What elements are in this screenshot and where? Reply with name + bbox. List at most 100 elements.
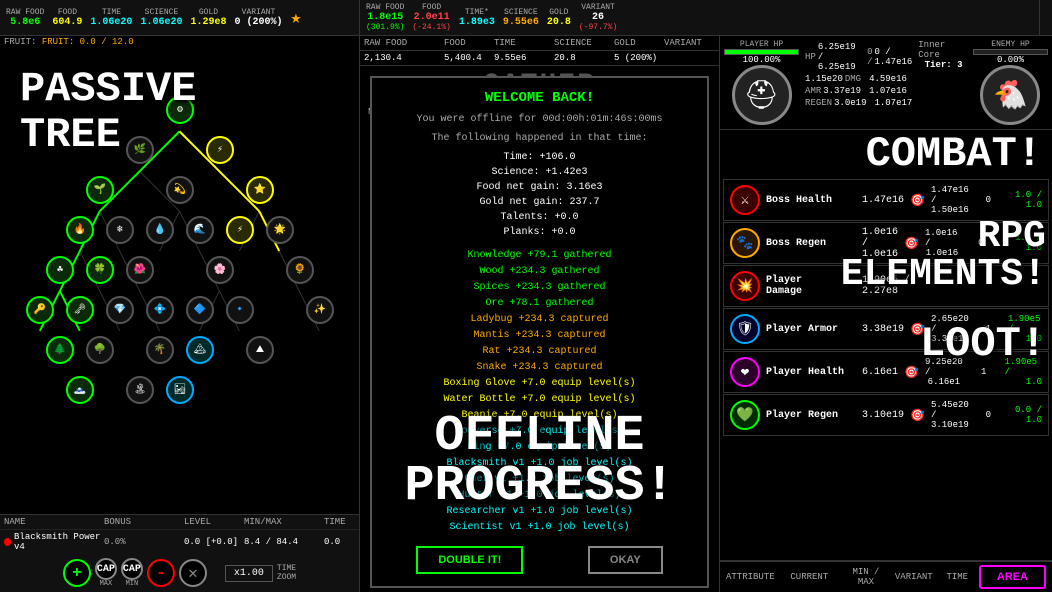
player-avatar: ⛑ xyxy=(732,65,792,125)
food-stat-left: FOOD 604.9 xyxy=(52,8,82,28)
boss-health-variant: 0 xyxy=(975,195,1002,205)
cap-max-label: MAX xyxy=(100,580,113,588)
player-health-icon: ❤ xyxy=(730,357,760,387)
offline-orange-items: Ladybug +234.3 captured Mantis +234.3 ca… xyxy=(384,312,695,376)
player-health-current: 6.16e1 xyxy=(862,367,898,378)
tree-node[interactable]: ⛰ xyxy=(246,336,274,364)
player-box: PLAYER HP 100.00% ⛑ xyxy=(724,40,799,125)
tree-node[interactable]: 🍀 xyxy=(86,256,114,284)
player-health-variant: 1 xyxy=(969,367,999,377)
left-panel: FRUIT: FRUIT: 0.0 / 12.0 PASSIVETREE xyxy=(0,36,360,592)
raw-food-stat-left: RAW FOOD 5.8e6 xyxy=(6,8,44,28)
target-icon-4: 🎯 xyxy=(910,322,925,337)
double-it-button[interactable]: DOUBLE IT! xyxy=(416,546,523,574)
player-armor-variant: 1 xyxy=(975,324,1002,334)
left-bottom-row: Blacksmith Power v4 0.0% 0.0 [+0.0] 8.4 … xyxy=(0,530,359,554)
player-hp-label: PLAYER HP xyxy=(740,40,783,49)
boss-health-time: 1.0 / 1.0 xyxy=(1008,190,1042,210)
player-regen-variant: 0 xyxy=(975,410,1002,420)
enemy-box: ENEMY HP 0.00% 🐔 xyxy=(973,40,1048,125)
tree-node[interactable]: ⭐ xyxy=(246,176,274,204)
boss-health-minmax: 1.47e16 / 1.50e16 xyxy=(931,185,969,215)
player-health-minmax: 9.25e20 / 6.16e1 xyxy=(925,357,963,387)
tree-node[interactable]: 💠 xyxy=(146,296,174,324)
player-regen-name: Player Regen xyxy=(766,410,856,421)
variant-stat-left: VARIANT 0 (200%) xyxy=(234,8,282,28)
variant-header: VARIANT xyxy=(892,572,936,582)
player-armor-row: 🛡 Player Armor 3.38e19 🎯 2.65e20 / 3.38e… xyxy=(723,308,1049,350)
star-icon-left[interactable]: ★ xyxy=(290,7,301,29)
tree-node[interactable]: 🏔 xyxy=(186,336,214,364)
time-header: TIME xyxy=(940,572,975,582)
tree-node[interactable]: 🌴 xyxy=(146,336,174,364)
tree-node[interactable]: 🔑 xyxy=(26,296,54,324)
tree-node[interactable]: 🏜 xyxy=(166,376,194,404)
zoom-value: x1.00 xyxy=(225,565,273,582)
boss-regen-name: Boss Regen xyxy=(766,238,856,249)
mid-panel: RAW FOOD FOOD TIME SCIENCE GOLD VARIANT … xyxy=(360,36,720,592)
gold-stat-left: GOLD 1.29e8 xyxy=(190,8,226,28)
minmax-header: MIN /MAX xyxy=(844,567,888,587)
tree-node[interactable]: 🔥 xyxy=(66,216,94,244)
target-icon-5: 🎯 xyxy=(904,365,919,380)
zoom-label: ZOOM xyxy=(277,573,296,582)
tree-node[interactable]: 🌱 xyxy=(86,176,114,204)
boss-regen-variant: 0 xyxy=(965,238,997,248)
rpg-rows-container: RPGELEMENTS! LOOT! ⚔ Boss Health 1.47e16… xyxy=(720,178,1052,437)
offline-big-text: OFFLINEPROGRESS! xyxy=(360,412,719,512)
tree-node[interactable]: 🔹 xyxy=(226,296,254,324)
tree-node[interactable]: 🌻 xyxy=(286,256,314,284)
passive-tree-title: PASSIVETREE xyxy=(20,66,196,158)
player-hp-fill xyxy=(725,50,798,54)
tree-node[interactable]: 🔷 xyxy=(186,296,214,324)
time-stat-right: TIME* 1.89e3 xyxy=(459,8,495,28)
tree-node[interactable]: 🌺 xyxy=(126,256,154,284)
okay-button[interactable]: OKAY xyxy=(588,546,663,574)
time-label: TIME xyxy=(277,564,296,573)
tree-node[interactable]: ❄ xyxy=(106,216,134,244)
main-content: FRUIT: FRUIT: 0.0 / 12.0 PASSIVETREE xyxy=(0,36,1052,592)
tree-node[interactable]: 🏝 xyxy=(126,376,154,404)
offline-happened: The following happened in that time: xyxy=(384,133,695,144)
cap-min-group: CAP MIN xyxy=(121,558,143,588)
combat-stat-row-1: HP 6.25e19 / 6.25e19 0 / 0 / 1.47e16 xyxy=(805,42,912,72)
tree-node[interactable]: ☘ xyxy=(46,256,74,284)
gather-header: RAW FOOD FOOD TIME SCIENCE GOLD VARIANT xyxy=(360,36,719,51)
player-regen-current: 3.10e19 xyxy=(862,410,904,421)
cap-max-button[interactable]: CAP xyxy=(95,558,117,580)
player-regen-row: 💚 Player Regen 3.10e19 🎯 5.45e20 / 3.10e… xyxy=(723,394,1049,436)
tree-node[interactable]: 💎 xyxy=(106,296,134,324)
cap-min-button[interactable]: CAP xyxy=(121,558,143,580)
tree-node[interactable]: 🌟 xyxy=(266,216,294,244)
close-button[interactable]: ✕ xyxy=(179,559,207,587)
tree-node[interactable]: 🌲 xyxy=(46,336,74,364)
player-armor-time: 1.90e5 / 1.0 xyxy=(1008,314,1042,344)
combat-stats-box: HP 6.25e19 / 6.25e19 0 / 0 / 1.47e16 1.1… xyxy=(803,40,914,125)
player-regen-minmax: 5.45e20 / 3.10e19 xyxy=(931,400,969,430)
boss-regen-icon: 🐾 xyxy=(730,228,760,258)
tree-node[interactable]: ✨ xyxy=(306,296,334,324)
tree-node[interactable]: ⚡ xyxy=(226,216,254,244)
minus-button[interactable]: - xyxy=(147,559,175,587)
tree-node[interactable]: 💫 xyxy=(166,176,194,204)
food-stat-right: FOOD 2.0e11 (-24.1%) xyxy=(412,3,450,32)
top-right-stats: RAW FOOD 1.8e15 (301.9%) FOOD 2.0e11 (-2… xyxy=(360,0,1040,35)
player-armor-minmax: 2.65e20 / 3.38e19 xyxy=(931,314,969,344)
combat-stat-row-2: 1.15e20 DMG 4.59e16 xyxy=(805,74,912,84)
left-bottom-header: NAME BONUS LEVEL MIN/MAX TIME xyxy=(0,515,359,530)
tree-node[interactable]: 🌊 xyxy=(186,216,214,244)
tree-node[interactable]: 🗝 xyxy=(66,296,94,324)
area-button[interactable]: AREA xyxy=(979,565,1046,589)
variant-stat-right: VARIANT 26 (-97.7%) xyxy=(579,3,617,32)
cap-min-label: MIN xyxy=(126,580,139,588)
left-bottom-panel: NAME BONUS LEVEL MIN/MAX TIME Blacksmith… xyxy=(0,514,359,592)
offline-buttons: DOUBLE IT! OKAY xyxy=(384,546,695,574)
plus-button[interactable]: + xyxy=(63,559,91,587)
boss-regen-current: 1.0e16 /1.0e16 xyxy=(862,227,898,260)
tree-node[interactable]: ⚡ xyxy=(206,136,234,164)
tree-node[interactable]: 💧 xyxy=(146,216,174,244)
player-damage-icon: 💥 xyxy=(730,271,760,301)
tree-node[interactable]: 🌸 xyxy=(206,256,234,284)
tree-node[interactable]: 🗻 xyxy=(66,376,94,404)
tree-node[interactable]: 🌳 xyxy=(86,336,114,364)
